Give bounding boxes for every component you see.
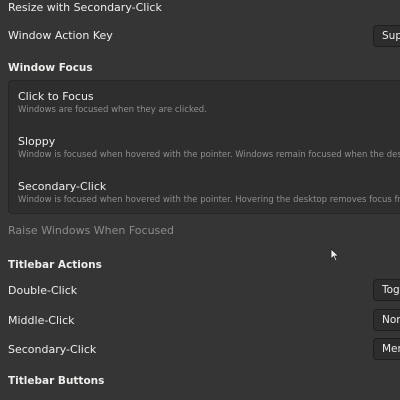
middle-click-label: Middle-Click [8,314,75,327]
window-action-key-label: Window Action Key [8,29,113,42]
window-focus-list: Click to Focus Windows are focused when … [8,80,400,214]
middle-click-dropdown[interactable]: Nor [373,309,400,331]
secondary-click-dropdown[interactable]: Men [373,338,400,360]
double-click-label: Double-Click [8,284,78,297]
window-settings-page: Resize with Secondary-Click Window Actio… [0,0,400,400]
secondary-click-label: Secondary-Click [8,343,97,356]
focus-option-title: Sloppy [18,135,56,148]
focus-option-click-to-focus[interactable]: Click to Focus Windows are focused when … [18,90,207,115]
focus-option-description: Window is focused when hovered with the … [18,150,400,160]
resize-secondary-click-label: Resize with Secondary-Click [8,1,162,14]
focus-option-secondary-click[interactable]: Secondary-Click Window is focused when h… [18,180,400,205]
raise-windows-when-focused-label: Raise Windows When Focused [8,224,175,237]
window-focus-heading: Window Focus [8,62,93,74]
focus-option-title: Secondary-Click [18,180,107,193]
window-action-key-dropdown[interactable]: Sup [373,25,400,47]
titlebar-actions-heading: Titlebar Actions [8,259,102,271]
double-click-dropdown[interactable]: Tog [373,279,400,301]
focus-option-sloppy[interactable]: Sloppy Window is focused when hovered wi… [18,135,400,160]
titlebar-buttons-heading: Titlebar Buttons [8,375,105,387]
focus-option-title: Click to Focus [18,90,94,103]
mouse-pointer-icon [330,247,340,266]
focus-option-description: Windows are focused when they are clicke… [18,105,207,115]
focus-option-description: Window is focused when hovered with the … [18,195,400,205]
